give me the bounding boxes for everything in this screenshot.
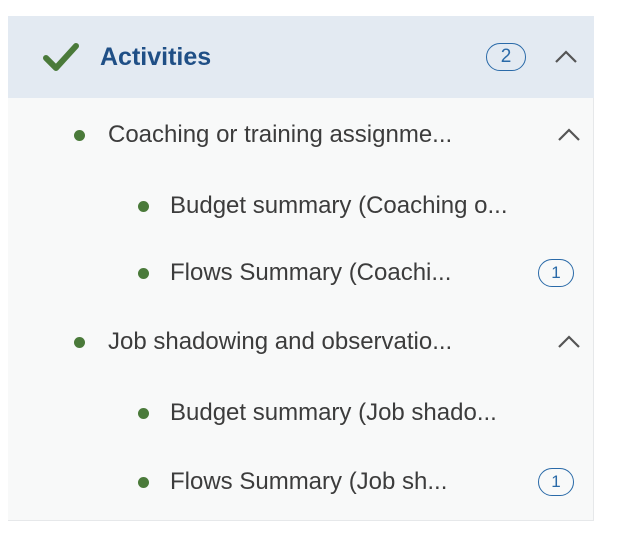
chevron-up-icon[interactable] <box>557 334 581 350</box>
status-dot <box>138 408 149 419</box>
sub-item-budget-summary-coaching[interactable]: Budget summary (Coaching o... <box>8 180 594 232</box>
sub-item-label: Flows Summary (Job sh... <box>170 468 448 495</box>
sub-item-flows-summary-coaching[interactable]: Flows Summary (Coachi... 1 <box>8 247 594 299</box>
sub-item-count-badge: 1 <box>538 468 574 496</box>
checkmark-icon <box>43 43 79 71</box>
status-dot <box>138 268 149 279</box>
activity-item-coaching[interactable]: Coaching or training assignme... <box>8 109 594 161</box>
activities-section-header[interactable]: Activities 2 <box>8 16 594 98</box>
activities-panel: Activities 2 Coaching or training assign… <box>8 16 594 521</box>
status-dot <box>138 477 149 488</box>
status-dot <box>74 337 85 348</box>
activity-item-job-shadowing[interactable]: Job shadowing and observatio... <box>8 316 594 368</box>
sub-item-label: Flows Summary (Coachi... <box>170 259 452 286</box>
status-dot <box>74 130 85 141</box>
activity-item-label: Job shadowing and observatio... <box>108 328 453 355</box>
chevron-up-icon[interactable] <box>557 127 581 143</box>
activity-item-label: Coaching or training assignme... <box>108 121 453 148</box>
sub-item-label: Budget summary (Coaching o... <box>170 192 508 219</box>
sub-item-flows-summary-job-shadowing[interactable]: Flows Summary (Job sh... 1 <box>8 456 594 508</box>
status-dot <box>138 201 149 212</box>
sub-item-budget-summary-job-shadowing[interactable]: Budget summary (Job shado... <box>8 387 594 439</box>
sub-item-label: Budget summary (Job shado... <box>170 399 497 426</box>
section-title: Activities <box>100 43 212 71</box>
chevron-up-icon[interactable] <box>554 49 578 65</box>
sub-item-count-badge: 1 <box>538 259 574 287</box>
section-count-badge: 2 <box>486 43 526 71</box>
